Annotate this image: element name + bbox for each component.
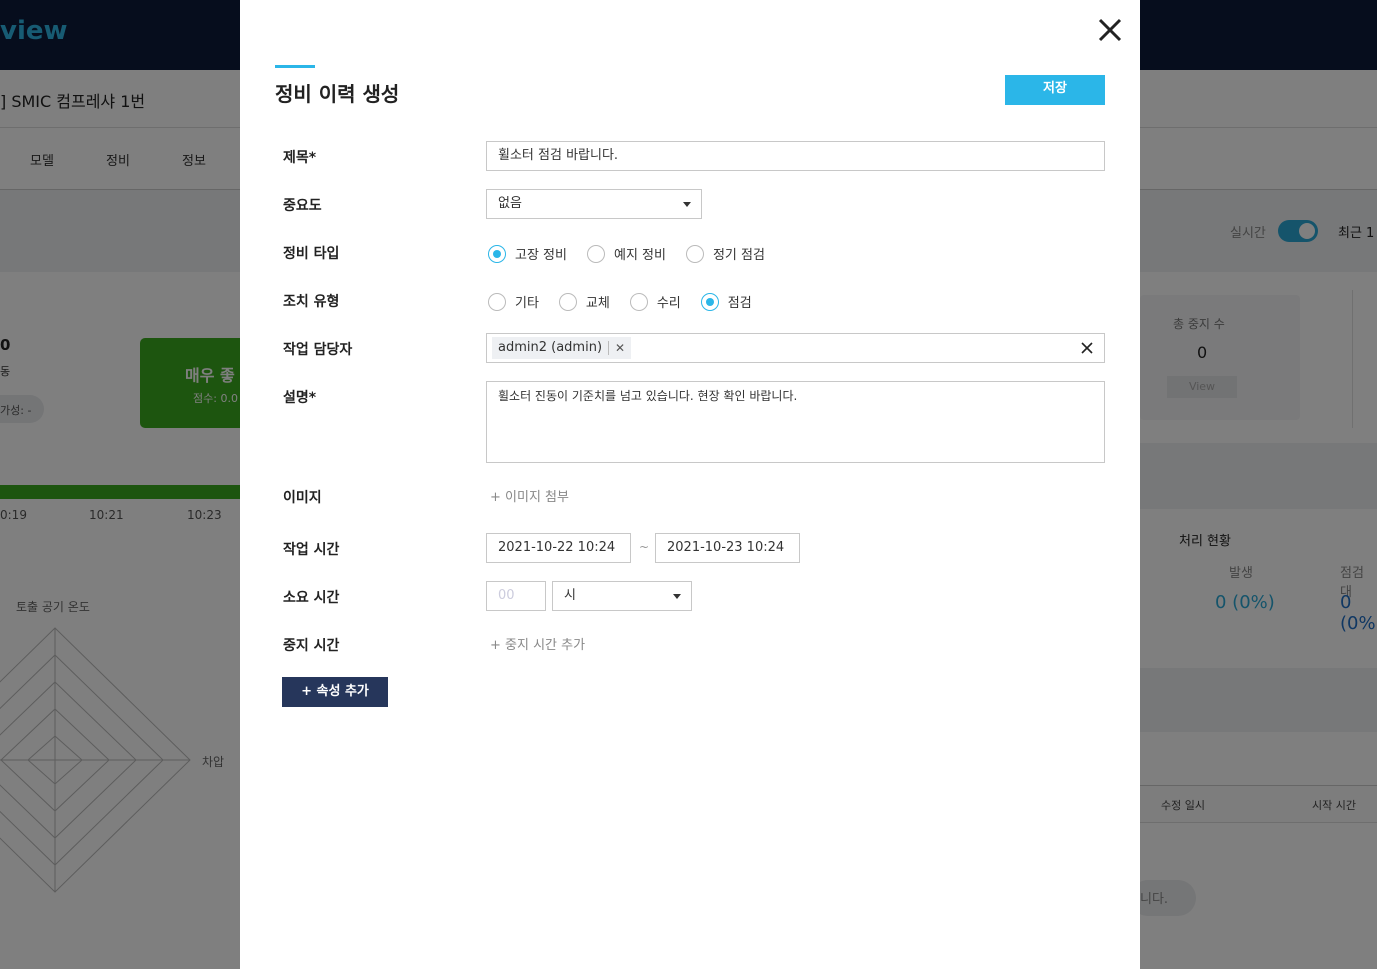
worktime-separator: ~ (639, 540, 650, 554)
radio-label: 수리 (656, 296, 681, 311)
image-label: 이미지 (283, 490, 322, 506)
assignee-tag-text: admin2 (admin) (498, 340, 603, 355)
radio-unchecked-icon[interactable] (558, 292, 577, 311)
radio-checked-icon[interactable] (488, 244, 506, 263)
tag-divider (608, 341, 610, 355)
worktime-end-input[interactable]: 2021-10-23 10:24 (655, 533, 800, 563)
assignee-select[interactable]: admin2 (admin) ✕ (486, 333, 1105, 363)
type-radio-group: 고장 정비 예지 정비 정기 점검 (488, 244, 785, 263)
radio-label: 점검 (727, 296, 752, 311)
radio-label: 기타 (515, 296, 539, 311)
radio-unchecked-icon[interactable] (488, 292, 506, 311)
duration-label: 소요 시간 (283, 590, 340, 606)
chevron-down-icon (683, 202, 691, 207)
radio-label: 예지 정비 (613, 248, 666, 263)
radio-label: 고장 정비 (515, 248, 567, 263)
type-label: 정비 타입 (283, 246, 340, 262)
title-accent (275, 65, 315, 68)
close-icon[interactable] (1096, 16, 1124, 44)
maintenance-create-modal: 정비 이력 생성 저장 제목* 휠소터 점검 바랍니다. 중요도 없음 정비 타… (240, 0, 1140, 969)
type-option-breakdown[interactable]: 고장 정비 (488, 244, 567, 263)
priority-label: 중요도 (283, 198, 322, 214)
radio-unchecked-icon[interactable] (685, 244, 704, 263)
action-radio-group: 기타 교체 수리 점검 (488, 292, 772, 311)
radio-unchecked-icon[interactable] (586, 244, 605, 263)
action-option-inspect[interactable]: 점검 (700, 292, 752, 311)
type-option-predictive[interactable]: 예지 정비 (586, 244, 666, 263)
radio-checked-icon[interactable] (700, 292, 719, 311)
priority-value: 없음 (498, 196, 522, 211)
duration-unit-value: 시 (564, 588, 576, 603)
priority-select[interactable]: 없음 (486, 189, 702, 219)
radio-label: 정기 점검 (712, 248, 765, 263)
title-input[interactable]: 휠소터 점검 바랍니다. (486, 141, 1105, 171)
radio-unchecked-icon[interactable] (629, 292, 648, 311)
duration-unit-select[interactable]: 시 (552, 581, 692, 611)
action-label: 조치 유형 (283, 294, 340, 310)
action-option-other[interactable]: 기타 (488, 292, 539, 311)
add-attribute-button[interactable]: + 속성 추가 (282, 677, 388, 707)
chevron-down-icon (673, 594, 681, 599)
duration-input[interactable]: 00 (486, 581, 546, 611)
description-textarea[interactable]: 휠소터 진동이 기준치를 넘고 있습니다. 현장 확인 바랍니다. (486, 381, 1105, 463)
assignee-label: 작업 담당자 (283, 342, 353, 358)
worktime-label: 작업 시간 (283, 542, 340, 558)
add-stoptime-link[interactable]: + 중지 시간 추가 (490, 634, 585, 653)
save-button[interactable]: 저장 (1005, 75, 1105, 105)
title-label: 제목* (283, 150, 317, 166)
assignee-tag: admin2 (admin) ✕ (492, 337, 632, 359)
type-option-periodic[interactable]: 정기 점검 (685, 244, 765, 263)
modal-title: 정비 이력 생성 (275, 82, 400, 106)
remove-tag-icon[interactable]: ✕ (615, 337, 625, 359)
worktime-start-input[interactable]: 2021-10-22 10:24 (486, 533, 631, 563)
description-label: 설명* (283, 390, 317, 406)
clear-icon[interactable] (1080, 341, 1094, 355)
attach-image-link[interactable]: + 이미지 첨부 (490, 486, 569, 505)
action-option-replace[interactable]: 교체 (558, 292, 610, 311)
radio-label: 교체 (585, 296, 610, 311)
action-option-repair[interactable]: 수리 (629, 292, 681, 311)
stoptime-label: 중지 시간 (283, 638, 340, 654)
